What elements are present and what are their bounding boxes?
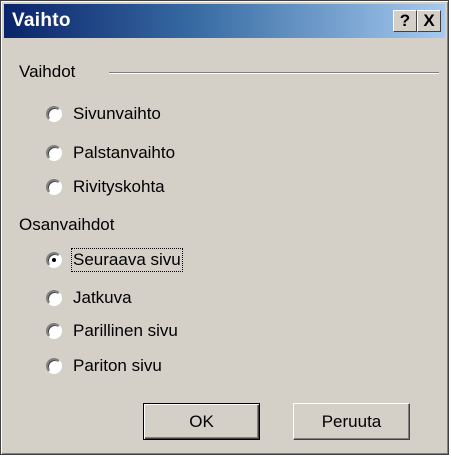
radio-label: Rivityskohta: [73, 177, 165, 196]
radio-seuraava-sivu[interactable]: Seuraava sivu: [46, 247, 183, 273]
radio-label: Seuraava sivu: [71, 248, 183, 272]
help-button[interactable]: ?: [393, 10, 417, 32]
radio-palstanvaihto[interactable]: Palstanvaihto: [46, 140, 175, 166]
radio-button[interactable]: [46, 145, 62, 161]
dialog-window: Vaihto ? X Vaihdot Sivunvaihto Palstanva…: [0, 0, 449, 455]
radio-button[interactable]: [46, 290, 62, 306]
radio-label: Jatkuva: [73, 288, 132, 307]
radio-button[interactable]: [46, 323, 62, 339]
radio-label: Palstanvaihto: [73, 143, 176, 162]
radio-parillinen-sivu[interactable]: Parillinen sivu: [46, 318, 178, 344]
group-label-vaihdot: Vaihdot: [19, 62, 76, 81]
dialog-title: Vaihto: [12, 10, 71, 31]
radio-sivunvaihto[interactable]: Sivunvaihto: [46, 101, 161, 127]
radio-label: Parillinen sivu: [73, 321, 178, 340]
title-bar[interactable]: Vaihto ? X: [4, 4, 445, 38]
ok-button[interactable]: OK: [143, 403, 260, 440]
radio-button[interactable]: [46, 358, 62, 374]
radio-rivityskohta[interactable]: Rivityskohta: [46, 174, 165, 200]
group-divider: [109, 72, 439, 74]
radio-label: Pariton sivu: [73, 356, 162, 375]
radio-label: Sivunvaihto: [73, 104, 161, 123]
group-label-osanvaihdot: Osanvaihdot: [19, 215, 115, 234]
radio-jatkuva[interactable]: Jatkuva: [46, 285, 132, 311]
radio-button[interactable]: [46, 106, 62, 122]
cancel-button[interactable]: Peruuta: [293, 403, 410, 440]
close-button[interactable]: X: [417, 10, 441, 32]
radio-button-selected[interactable]: [46, 252, 62, 268]
radio-pariton-sivu[interactable]: Pariton sivu: [46, 353, 162, 379]
radio-button[interactable]: [46, 179, 62, 195]
